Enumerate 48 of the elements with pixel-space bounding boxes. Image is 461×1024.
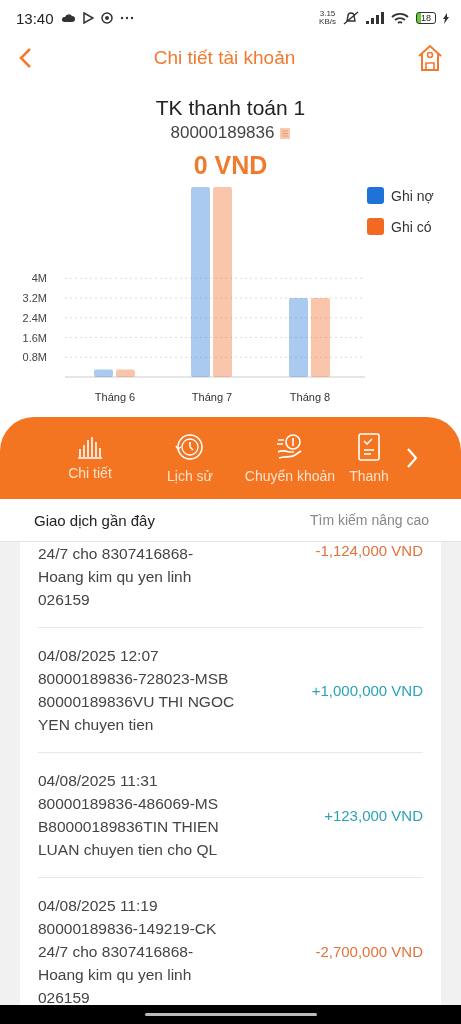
back-icon[interactable] bbox=[18, 47, 32, 69]
transaction-description: 24/7 cho 8307416868- Hoang kim qu yen linh 026159 bbox=[38, 544, 194, 610]
network-speed: 3.15 KB/s bbox=[319, 10, 336, 26]
action-tab[interactable]: Chi tiết bbox=[40, 435, 140, 481]
battery-indicator: 18 bbox=[416, 12, 436, 24]
advanced-search-link[interactable]: Tìm kiếm nâng cao bbox=[309, 512, 429, 528]
history-icon bbox=[175, 432, 205, 462]
axis-label: Tháng 6 bbox=[94, 391, 136, 403]
bar bbox=[94, 369, 113, 377]
transaction-description: 04/08/2025 11:19 80000189836-149219-CK 24/7 cho 8307416868- Hoang kim qu yen linh 026159 bbox=[38, 896, 217, 1005]
copy-icon[interactable] bbox=[278, 126, 291, 140]
account-number: 80000189836 bbox=[170, 123, 275, 143]
action-tab[interactable]: Lịch sử bbox=[140, 432, 240, 484]
balance: 0 VND bbox=[193, 151, 268, 180]
action-tab[interactable]: Thanh bbox=[340, 432, 398, 484]
axis-label: 3.2M bbox=[22, 292, 47, 305]
axis-label: 4M bbox=[31, 272, 47, 285]
account-name: TK thanh toán 1 bbox=[155, 96, 306, 120]
axis-label: 2.4M bbox=[22, 311, 47, 324]
bar-chart-icon bbox=[77, 435, 103, 459]
bill-icon bbox=[357, 432, 381, 462]
bar bbox=[116, 369, 135, 377]
more-icon bbox=[119, 16, 134, 20]
charging-icon bbox=[443, 12, 449, 24]
play-icon bbox=[81, 12, 94, 24]
transaction-amount: -2,700,000 VND bbox=[315, 943, 423, 960]
action-tab[interactable]: Chuyển khoản bbox=[240, 432, 340, 484]
transaction-description: 04/08/2025 12:07 80000189836-728023-MSB 80000189836VU THI NGOC YEN chuyen tien bbox=[38, 646, 235, 735]
home-icon[interactable] bbox=[417, 44, 443, 72]
wifi-icon bbox=[391, 11, 409, 25]
section-title: Giao dịch gần đây bbox=[34, 511, 155, 529]
axis-label: 0.8M bbox=[22, 351, 47, 364]
signal-icon bbox=[366, 12, 384, 24]
axis-label: 1.6M bbox=[22, 331, 47, 344]
cloud-icon bbox=[60, 13, 75, 23]
axis-label: Tháng 8 bbox=[289, 391, 331, 403]
chevron-right-icon[interactable] bbox=[406, 447, 418, 469]
legend-label: Ghi nợ bbox=[391, 188, 434, 204]
transaction-amount: +1,000,000 VND bbox=[311, 681, 423, 699]
transaction-amount: -1,124,000 VND bbox=[315, 542, 423, 559]
transaction-amount: +123,000 VND bbox=[324, 806, 423, 824]
legend-label: Ghi có bbox=[391, 219, 432, 235]
muted-bell-icon bbox=[343, 11, 359, 25]
target-icon bbox=[100, 12, 113, 24]
transaction-description: 04/08/2025 11:31 80000189836-486069-MS B80000189836TIN THIEN LUAN chuyen tien cho QL bbox=[38, 771, 219, 860]
clock: 13:40 bbox=[16, 9, 54, 27]
page-title: Chi tiết tài khoản bbox=[153, 47, 296, 69]
axis-label: Tháng 7 bbox=[191, 391, 233, 403]
